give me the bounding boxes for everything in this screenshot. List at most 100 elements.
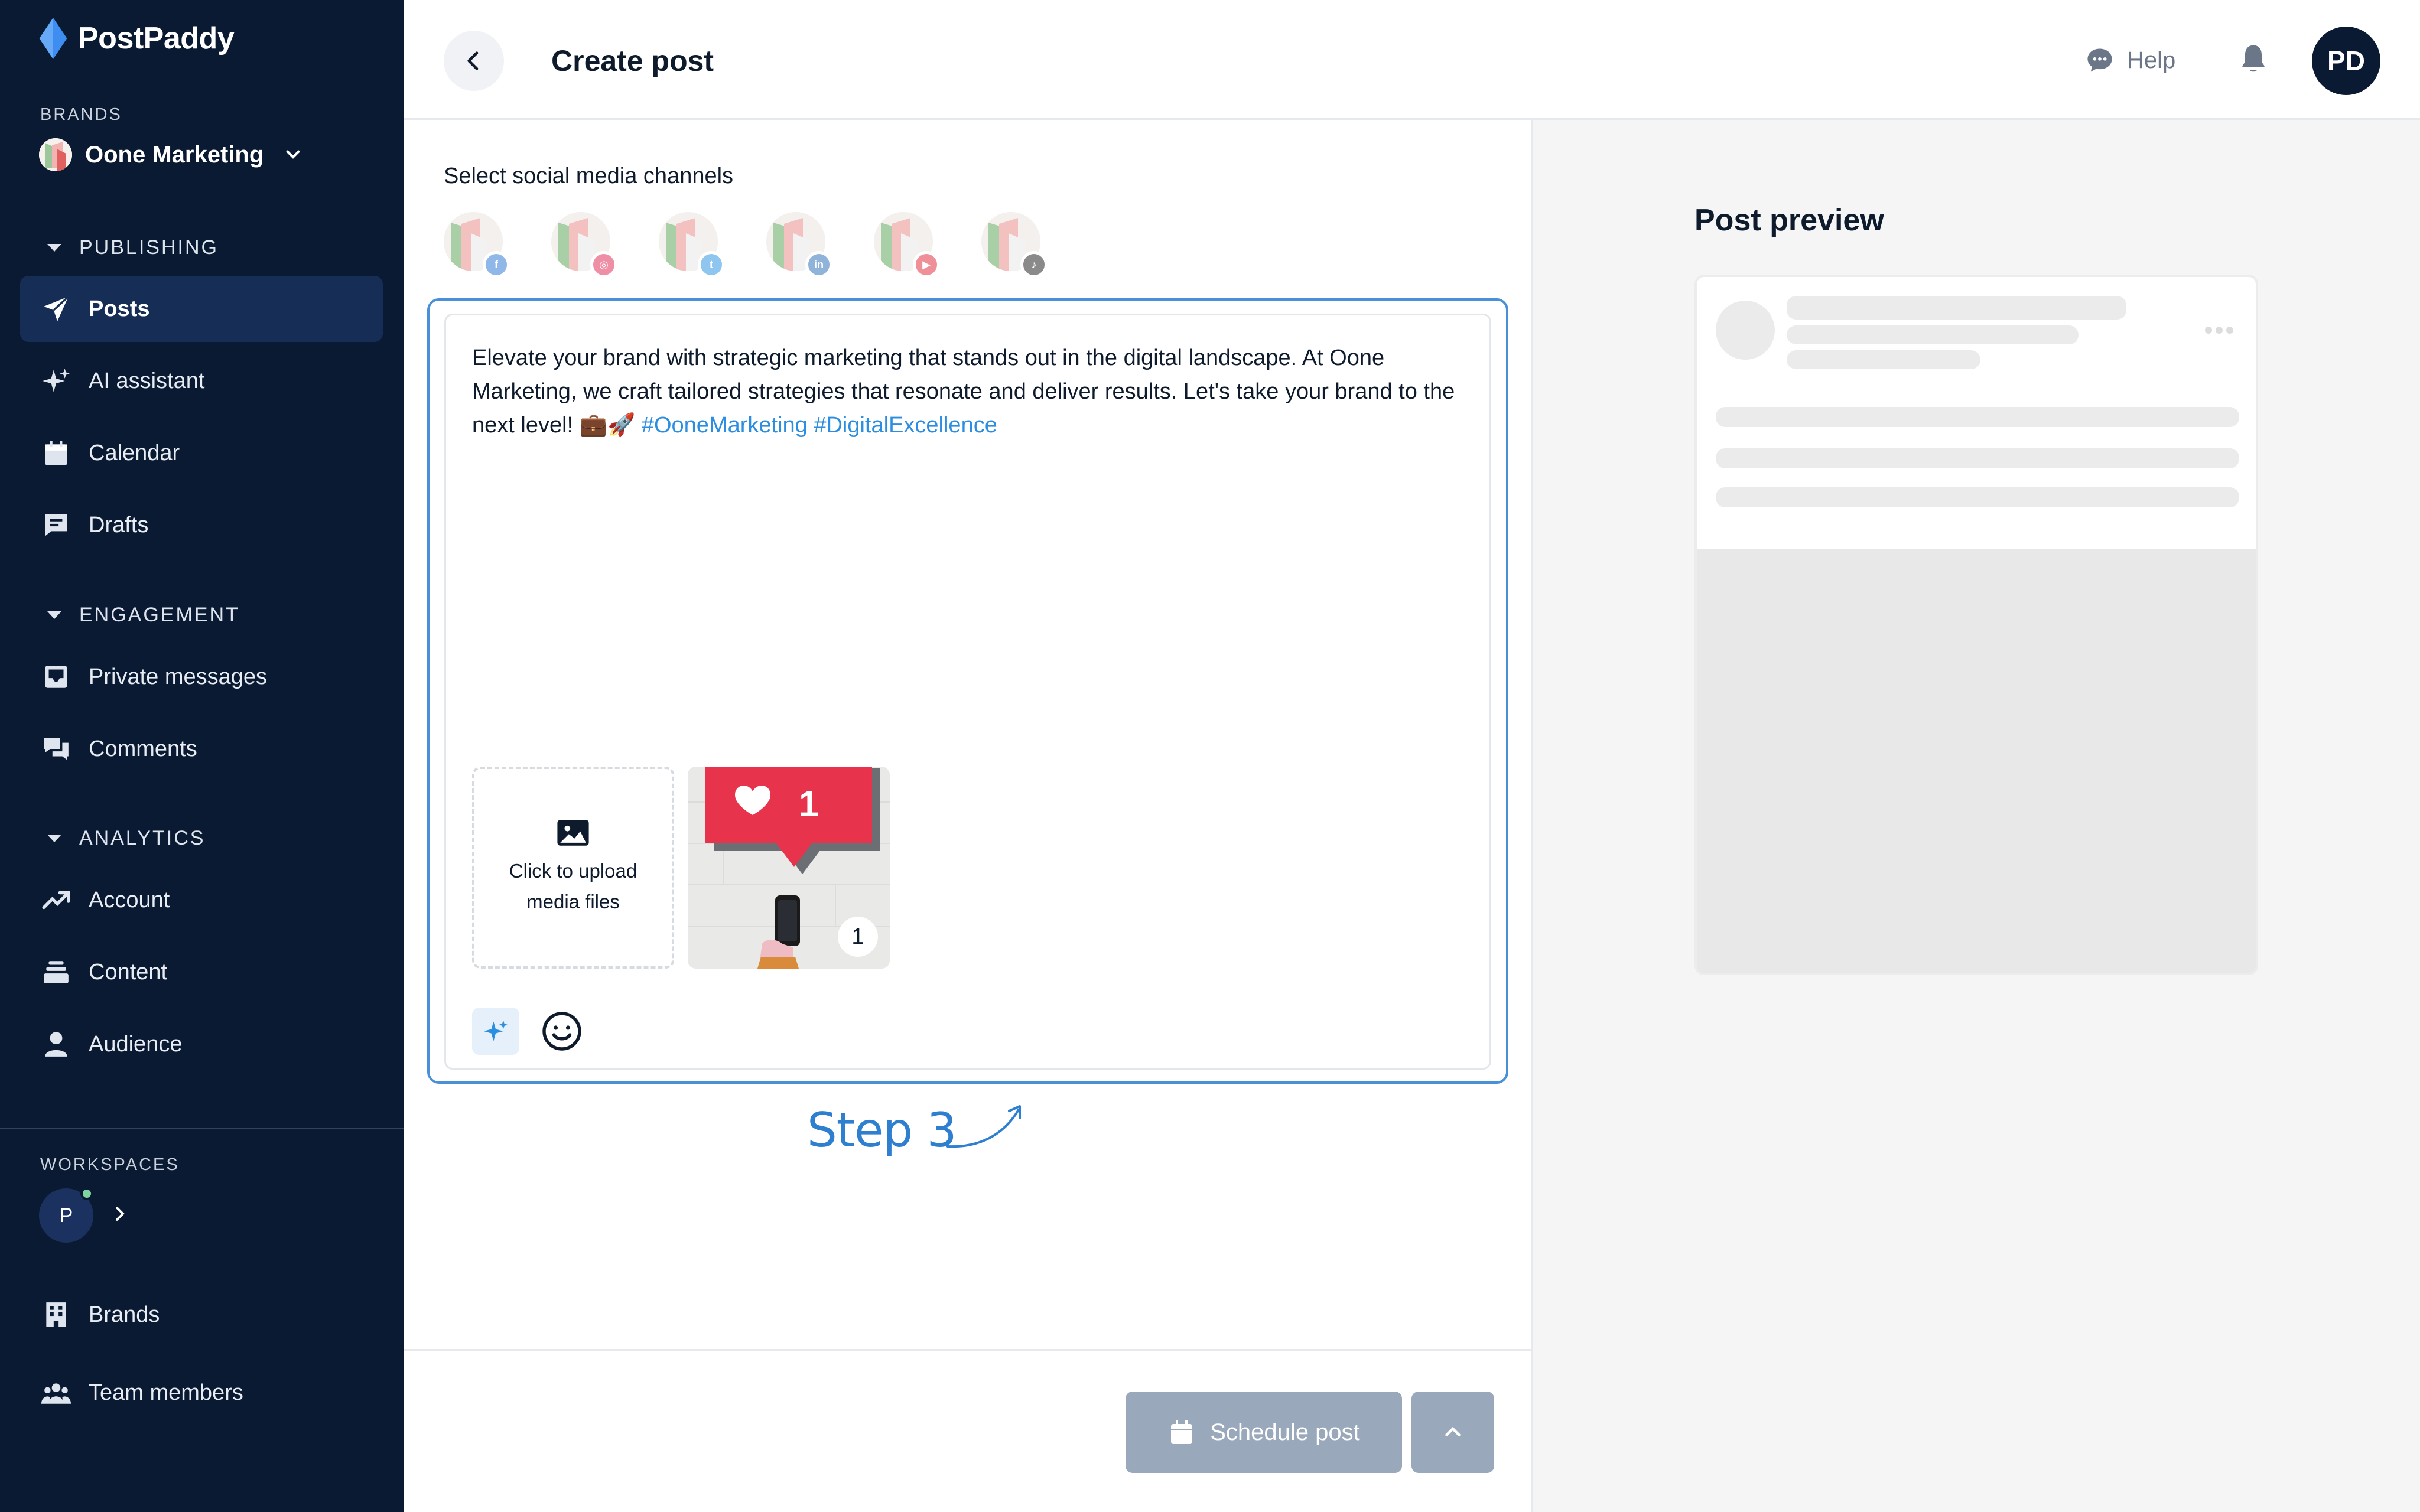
send-icon: [44, 295, 69, 321]
collapse-triangle-icon: [47, 611, 61, 619]
sidebar-item-calendar[interactable]: Calendar: [20, 420, 383, 486]
twitter-icon: t: [698, 251, 725, 278]
brands-label: BRANDS: [40, 105, 122, 124]
annotation-arrow-icon: [946, 1105, 1021, 1148]
section-title: PUBLISHING: [79, 236, 219, 259]
channel-tiktok[interactable]: ♪: [981, 212, 1048, 278]
sidebar-item-label: Audience: [89, 1031, 183, 1057]
inbox-icon: [45, 666, 67, 688]
help-label: Help: [2127, 47, 2176, 73]
calendar-icon: [45, 441, 67, 465]
skeleton-line: [1716, 448, 2239, 468]
person-icon: [45, 1032, 67, 1057]
image-icon: [557, 820, 589, 846]
skeleton-line: [1716, 407, 2239, 427]
facebook-icon: f: [483, 251, 510, 278]
emoji-icon[interactable]: [541, 1010, 583, 1052]
sidebar-item-label: Posts: [89, 296, 150, 321]
channel-instagram[interactable]: ◎: [551, 212, 617, 278]
sidebar-item-team-members[interactable]: Team members: [20, 1360, 383, 1426]
media-thumbnail[interactable]: 1 1: [688, 767, 890, 969]
page-title: Create post: [551, 44, 714, 77]
app-logo[interactable]: PostPaddy: [37, 18, 235, 59]
youtube-icon: ▶: [913, 251, 940, 278]
instagram-icon: ◎: [590, 251, 617, 278]
sidebar-item-label: Brands: [89, 1302, 160, 1327]
chevron-left-icon: [467, 51, 479, 70]
postpaddy-logo-icon: [39, 18, 67, 59]
back-button[interactable]: [444, 31, 504, 91]
chevron-down-icon: [286, 150, 300, 159]
tiktok-icon: ♪: [1020, 251, 1048, 278]
more-options-icon: [2205, 327, 2233, 334]
help-button[interactable]: Help: [2084, 45, 2175, 76]
sidebar-item-label: Content: [89, 959, 168, 985]
schedule-options-button[interactable]: [1411, 1392, 1494, 1473]
sidebar-item-drafts[interactable]: Drafts: [20, 492, 383, 558]
sidebar-item-comments[interactable]: Comments: [20, 716, 383, 782]
sparkles-icon: [483, 1020, 508, 1041]
chat-help-icon: [2087, 48, 2112, 72]
brand-selector[interactable]: Oone Marketing: [39, 138, 302, 171]
sidebar-item-private-messages[interactable]: Private messages: [20, 644, 383, 710]
section-engagement[interactable]: ENGAGEMENT: [47, 604, 240, 627]
channels-label: Select social media channels: [444, 164, 734, 188]
post-composer: Elevate your brand with strategic market…: [427, 298, 1508, 1084]
calendar-icon: [1171, 1420, 1193, 1444]
channel-youtube[interactable]: ▶: [874, 212, 940, 278]
comments-icon: [44, 738, 69, 760]
section-title: ENGAGEMENT: [79, 604, 240, 626]
skeleton-line: [1787, 325, 2079, 344]
sidebar-item-label: Account: [89, 887, 170, 913]
channel-twitter[interactable]: t: [659, 212, 725, 278]
chevron-up-icon: [1445, 1426, 1461, 1436]
media-count-badge: 1: [838, 917, 878, 957]
layers-icon: [44, 961, 69, 983]
post-text-editor[interactable]: Elevate your brand with strategic market…: [472, 341, 1465, 442]
preview-title: Post preview: [1694, 203, 1884, 237]
brand-name: Oone Marketing: [85, 141, 264, 168]
sidebar-divider: [0, 1128, 404, 1129]
sidebar-item-ai-assistant[interactable]: AI assistant: [20, 348, 383, 414]
drafts-icon: [45, 514, 67, 536]
section-analytics[interactable]: ANALYTICS: [47, 827, 205, 850]
linkedin-icon: in: [805, 251, 832, 278]
sidebar-item-account[interactable]: Account: [20, 867, 383, 933]
notification-bell-icon[interactable]: [2237, 41, 2270, 77]
brand-avatar: [39, 138, 72, 171]
chevron-right-icon[interactable]: [111, 1205, 129, 1223]
channel-facebook[interactable]: f: [444, 212, 510, 278]
sidebar-item-label: AI assistant: [89, 368, 205, 393]
collapse-triangle-icon: [47, 244, 61, 252]
step-annotation: Step 3: [807, 1103, 957, 1158]
post-hashtags[interactable]: #OoneMarketing #DigitalExcellence: [642, 413, 997, 438]
sidebar: PostPaddy BRANDS Oone Marketing PUBLISHI…: [0, 0, 404, 1512]
sidebar-item-audience[interactable]: Audience: [20, 1011, 383, 1077]
post-editor: Select social media channels f ◎ t in ▶ …: [404, 120, 1533, 1512]
sparkles-icon: [43, 369, 70, 392]
skeleton-avatar: [1716, 301, 1775, 360]
upload-media-button[interactable]: Click to upload media files: [472, 767, 674, 969]
building-icon: [46, 1302, 66, 1327]
sidebar-item-posts[interactable]: Posts: [20, 276, 383, 342]
preview-card-header: [1697, 277, 2256, 549]
upload-instructions: Click to upload media files: [509, 856, 637, 917]
ai-assist-button[interactable]: [472, 1008, 519, 1055]
channel-linkedin[interactable]: in: [766, 212, 832, 278]
sidebar-item-brands[interactable]: Brands: [20, 1282, 383, 1348]
skeleton-line: [1787, 296, 2126, 320]
sidebar-item-content[interactable]: Content: [20, 939, 383, 1005]
section-publishing[interactable]: PUBLISHING: [47, 236, 219, 259]
preview-card-skeleton: [1694, 275, 2258, 975]
composer-box[interactable]: Elevate your brand with strategic market…: [444, 314, 1491, 1070]
skeleton-line: [1787, 350, 1980, 369]
user-avatar[interactable]: PD: [2312, 27, 2380, 95]
sidebar-item-label: Comments: [89, 736, 197, 761]
workspaces-label: WORKSPACES: [40, 1155, 180, 1174]
post-preview-panel: Post preview: [1533, 120, 2420, 1512]
skeleton-line: [1716, 487, 2239, 507]
schedule-post-label: Schedule post: [1210, 1419, 1360, 1445]
schedule-post-button[interactable]: Schedule post: [1126, 1392, 1402, 1473]
footer-divider: [404, 1349, 1533, 1351]
collapse-triangle-icon: [47, 835, 61, 842]
